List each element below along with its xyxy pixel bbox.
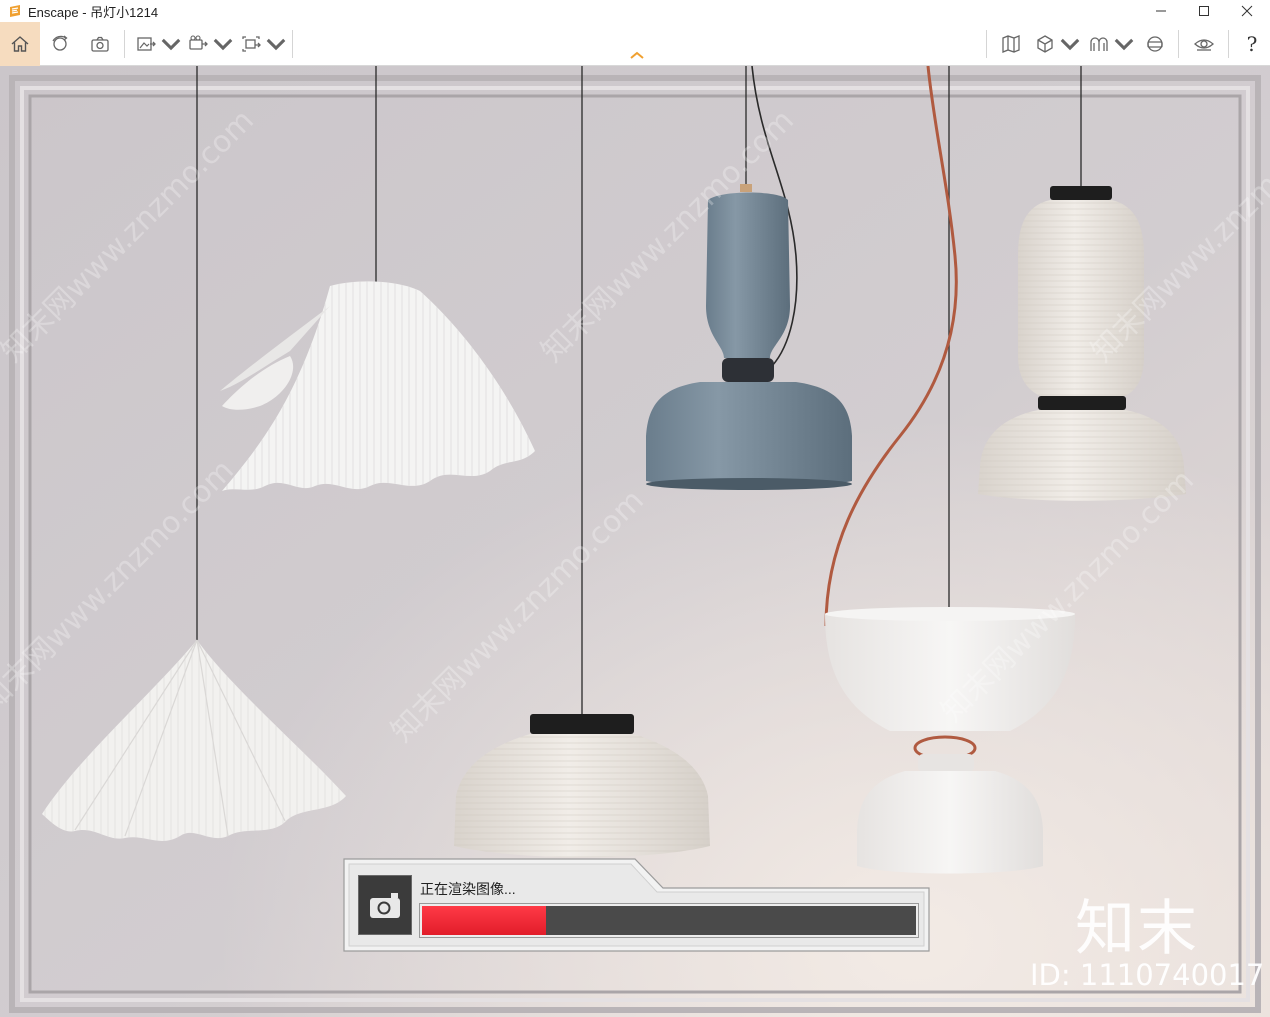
chevron-down-icon: [213, 38, 232, 51]
minimize-icon: [1156, 10, 1166, 12]
camera-icon: [91, 36, 109, 52]
asset-library-button[interactable]: [1032, 22, 1082, 66]
render-progress-bar: [420, 904, 918, 937]
help-button[interactable]: ?: [1234, 22, 1270, 66]
chevron-down-icon: [1060, 38, 1079, 51]
cube-icon: [1036, 35, 1053, 53]
title-bar: Enscape - 吊灯小1214: [0, 0, 1270, 22]
main-toolbar: ?: [0, 22, 1270, 66]
views-icon: [1089, 37, 1108, 51]
toolbar-separator: [1178, 30, 1179, 58]
orbit-icon: [52, 35, 68, 51]
views-button[interactable]: [1086, 22, 1136, 66]
render-progress-fill: [422, 906, 546, 935]
panorama-export-icon: [241, 36, 261, 52]
id-watermark: ID: 1110740017: [1030, 958, 1265, 992]
toolbar-separator: [986, 30, 987, 58]
home-button[interactable]: [0, 22, 40, 66]
video-export-icon: [188, 35, 208, 50]
render-camera-button[interactable]: [358, 875, 412, 935]
render-status-text: 正在渲染图像...: [420, 881, 516, 897]
vr-button[interactable]: [1138, 22, 1172, 66]
chevron-down-icon: [266, 38, 285, 51]
chevron-down-icon: [161, 38, 180, 51]
video-export-button[interactable]: [186, 22, 234, 66]
toolbar-separator: [124, 30, 125, 58]
help-icon: ?: [1246, 32, 1258, 56]
minimize-button[interactable]: [1138, 0, 1184, 22]
collapse-toolbar-chevron-icon[interactable]: [628, 50, 646, 60]
batch-render-button[interactable]: [134, 22, 182, 66]
window-title: Enscape - 吊灯小1214: [28, 4, 159, 20]
image-export-icon: [136, 37, 156, 51]
eye-icon: [1194, 39, 1214, 51]
toolbar-separator: [1228, 30, 1229, 58]
toolbar-separator: [292, 30, 293, 58]
maximize-button[interactable]: [1181, 0, 1227, 22]
render-progress-dialog: 正在渲染图像...: [343, 858, 931, 953]
screenshot-button[interactable]: [82, 22, 118, 66]
maximize-icon: [1199, 6, 1209, 16]
close-button[interactable]: [1224, 0, 1270, 22]
panorama-export-button[interactable]: [238, 22, 288, 66]
close-icon: [1241, 5, 1253, 17]
map-button[interactable]: [994, 22, 1028, 66]
map-icon: [1002, 35, 1020, 53]
chevron-down-icon: [1114, 38, 1133, 51]
enscape-logo-icon: [10, 5, 20, 17]
camera-icon: [370, 893, 400, 918]
vr-headset-icon: [1147, 36, 1163, 52]
brand-watermark: 知末: [1075, 894, 1199, 964]
home-icon: [11, 36, 29, 52]
orbit-button[interactable]: [42, 22, 78, 66]
visual-settings-button[interactable]: [1186, 22, 1222, 66]
